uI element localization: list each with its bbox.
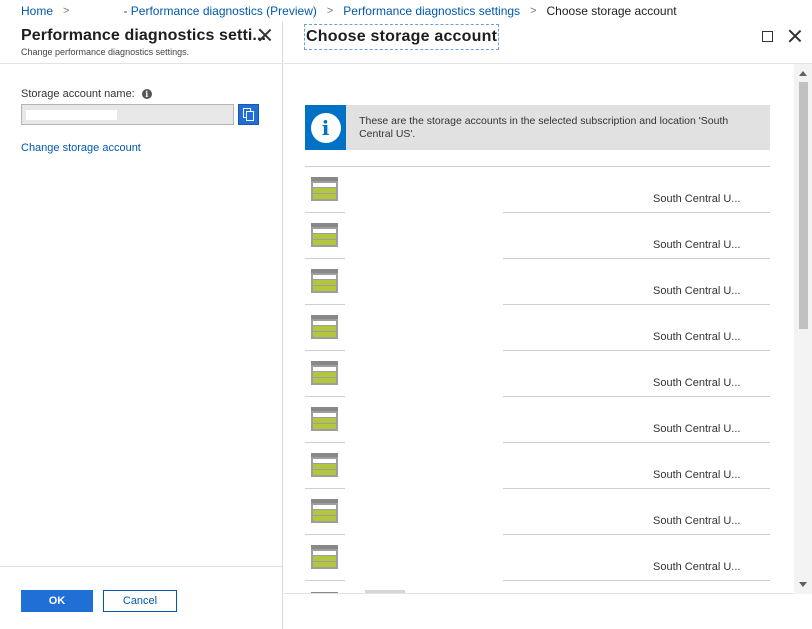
list-item[interactable]: South Central U... — [305, 305, 770, 351]
storage-account-icon — [311, 177, 338, 201]
breadcrumb: Home > - Performance diagnostics (Previe… — [0, 0, 812, 22]
breadcrumb-performance-diagnostics[interactable]: - Performance diagnostics (Preview) — [123, 4, 316, 18]
copy-to-clipboard-button[interactable] — [238, 104, 259, 125]
info-icon-box: i — [305, 105, 347, 150]
chevron-right-icon: > — [530, 5, 537, 17]
list-item[interactable]: South Central U... — [305, 443, 770, 489]
storage-account-icon — [311, 223, 338, 247]
list-item[interactable]: South Central U... — [305, 535, 770, 581]
settings-blade: Performance diagnostics setti... Change … — [0, 22, 283, 629]
settings-blade-header: Performance diagnostics setti... Change … — [0, 22, 282, 64]
scrollbar-thumb[interactable] — [799, 82, 808, 329]
storage-account-location: South Central U... — [653, 331, 741, 343]
change-storage-account-link[interactable]: Change storage account — [21, 142, 141, 154]
storage-account-icon — [311, 315, 338, 339]
vertical-scrollbar[interactable] — [794, 64, 812, 594]
storage-account-name-label: Storage account name: i — [21, 88, 152, 100]
storage-account-location: South Central U... — [653, 469, 741, 481]
close-icon[interactable] — [258, 28, 272, 42]
storage-account-icon — [311, 545, 338, 569]
settings-blade-footer: OK Cancel — [0, 566, 282, 629]
storage-account-name-field — [21, 104, 234, 125]
list-item[interactable]: South Central U... — [305, 167, 770, 213]
info-banner: i These are the storage accounts in the … — [305, 105, 770, 150]
ok-button[interactable]: OK — [21, 590, 93, 612]
chevron-right-icon: > — [63, 5, 70, 17]
info-icon: i — [310, 112, 341, 143]
storage-account-location: South Central U... — [653, 377, 741, 389]
list-item[interactable]: South Central U... — [305, 259, 770, 305]
storage-account-location: South Central U... — [653, 515, 741, 527]
header-divider — [284, 63, 812, 64]
info-message: These are the storage accounts in the se… — [359, 115, 729, 140]
storage-account-icon — [311, 453, 338, 477]
list-item[interactable]: South Central U... — [305, 489, 770, 535]
copy-icon-front — [246, 111, 254, 121]
footer-divider — [284, 593, 794, 594]
cancel-button[interactable]: Cancel — [103, 590, 177, 612]
settings-blade-title: Performance diagnostics setti... — [21, 27, 267, 44]
storage-account-location: South Central U... — [653, 239, 741, 251]
storage-account-icon — [311, 269, 338, 293]
breadcrumb-performance-diagnostics-settings[interactable]: Performance diagnostics settings — [343, 4, 520, 18]
row-divider — [305, 580, 345, 581]
row-divider — [503, 580, 770, 581]
list-item[interactable]: South Central U... — [305, 213, 770, 259]
choose-storage-account-title: Choose storage account — [304, 24, 500, 50]
breadcrumb-redacted-resource — [79, 6, 124, 16]
scroll-down-arrow-icon[interactable] — [799, 582, 807, 587]
storage-account-icon — [311, 407, 338, 431]
settings-blade-subtitle: Change performance diagnostics settings. — [21, 47, 190, 57]
choose-storage-account-blade: Choose storage account i These are the s… — [284, 22, 812, 629]
storage-account-location: South Central U... — [653, 285, 741, 297]
list-item[interactable]: South Central U... — [305, 351, 770, 397]
breadcrumb-current: Choose storage account — [546, 4, 677, 18]
scroll-up-arrow-icon[interactable] — [799, 71, 807, 76]
info-icon[interactable]: i — [141, 89, 152, 99]
storage-account-name-label-text: Storage account name: — [21, 88, 135, 100]
maximize-icon[interactable] — [762, 31, 773, 42]
redacted-storage-account-name — [26, 110, 117, 120]
storage-account-icon — [311, 499, 338, 523]
breadcrumb-home[interactable]: Home — [21, 4, 53, 18]
storage-account-icon — [311, 361, 338, 385]
storage-account-location: South Central U... — [653, 193, 741, 205]
storage-account-location: South Central U... — [653, 561, 741, 573]
chevron-right-icon: > — [326, 5, 334, 17]
close-icon[interactable] — [788, 29, 802, 43]
storage-account-location: South Central U... — [653, 423, 741, 435]
list-item[interactable]: South Central U... — [305, 397, 770, 443]
